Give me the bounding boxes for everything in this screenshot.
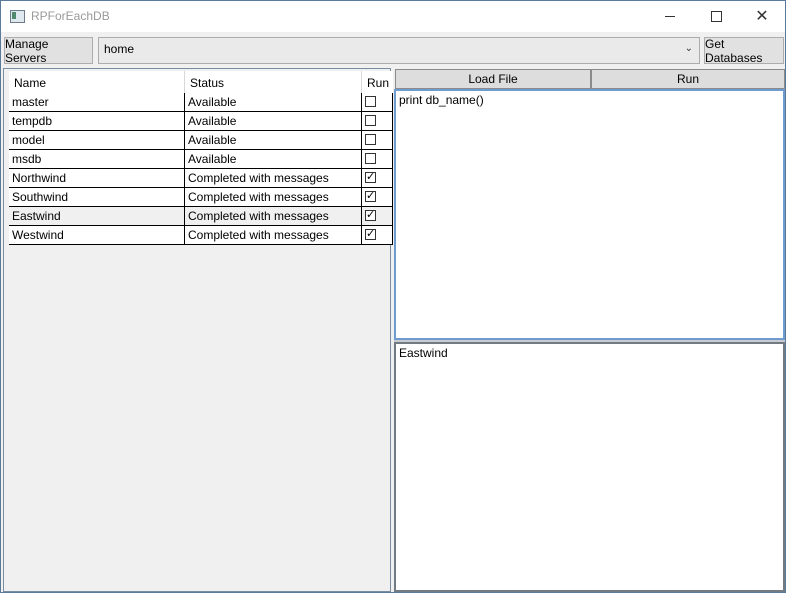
maximize-icon (710, 11, 722, 22)
run-checkbox[interactable]: ✓ (365, 229, 376, 240)
close-button[interactable]: ✕ (739, 1, 785, 32)
table-row[interactable]: tempdb Available (9, 112, 393, 131)
cell-name: Southwind (9, 188, 185, 207)
maximize-button[interactable] (693, 1, 739, 32)
table-row[interactable]: Westwind Completed with messages ✓ (9, 226, 393, 245)
run-checkbox[interactable] (365, 134, 376, 145)
cell-run (362, 131, 393, 150)
main-window: RPForEachDB ✕ Manage Servers home ⌄ Get … (0, 0, 786, 593)
cell-name: Northwind (9, 169, 185, 188)
cell-run (362, 150, 393, 169)
cell-status: Completed with messages (185, 207, 362, 226)
get-databases-button[interactable]: Get Databases (704, 37, 784, 65)
grid-rows: master Available tempdb Available model Avail… (9, 93, 393, 245)
minimize-button[interactable] (647, 1, 693, 32)
cell-status: Available (185, 131, 362, 150)
cell-status: Completed with messages (185, 188, 362, 207)
output-text: Eastwind (399, 346, 448, 360)
cell-status: Completed with messages (185, 169, 362, 188)
server-select[interactable]: home ⌄ (98, 37, 700, 64)
cell-name: model (9, 131, 185, 150)
table-row[interactable]: Southwind Completed with messages ✓ (9, 188, 393, 207)
cell-run (362, 93, 393, 112)
cell-status: Available (185, 112, 362, 131)
table-row[interactable]: Northwind Completed with messages ✓ (9, 169, 393, 188)
cell-run: ✓ (362, 188, 393, 207)
close-icon: ✕ (755, 7, 769, 25)
server-select-value: home (104, 42, 135, 56)
database-grid: Name Status Run master Available tempdb Ava… (9, 71, 393, 245)
run-checkbox[interactable]: ✓ (365, 191, 376, 202)
run-checkbox[interactable] (365, 153, 376, 164)
table-row[interactable]: Eastwind Completed with messages ✓ (9, 207, 393, 226)
cell-run: ✓ (362, 169, 393, 188)
database-panel: Name Status Run master Available tempdb Ava… (3, 68, 393, 592)
window-title: RPForEachDB (31, 9, 110, 23)
cell-name: Eastwind (9, 207, 185, 226)
run-checkbox[interactable] (365, 96, 376, 107)
chevron-down-icon: ⌄ (684, 43, 693, 54)
run-checkbox[interactable] (365, 115, 376, 126)
table-row[interactable]: msdb Available (9, 150, 393, 169)
cell-name: tempdb (9, 112, 185, 131)
cell-name: msdb (9, 150, 185, 169)
table-row[interactable]: model Available (9, 131, 393, 150)
grid-header: Name Status Run (9, 71, 393, 93)
column-header-status[interactable]: Status (185, 71, 362, 93)
minimize-icon (665, 16, 675, 17)
manage-servers-button[interactable]: Manage Servers (4, 37, 93, 65)
run-checkbox[interactable]: ✓ (365, 210, 376, 221)
cell-name: master (9, 93, 185, 112)
cell-run: ✓ (362, 207, 393, 226)
table-row[interactable]: master Available (9, 93, 393, 112)
column-header-run[interactable]: Run (362, 71, 393, 93)
app-icon (10, 10, 25, 23)
cell-status: Available (185, 93, 362, 112)
query-editor[interactable]: print db_name() (394, 89, 785, 340)
query-text: print db_name() (399, 93, 484, 107)
cell-status: Completed with messages (185, 226, 362, 245)
cell-run (362, 112, 393, 131)
cell-name: Westwind (9, 226, 185, 245)
column-header-name[interactable]: Name (9, 71, 185, 93)
cell-run: ✓ (362, 226, 393, 245)
output-pane[interactable]: Eastwind (394, 342, 785, 592)
run-checkbox[interactable]: ✓ (365, 172, 376, 183)
title-bar: RPForEachDB ✕ (1, 1, 785, 32)
run-button[interactable]: Run (591, 69, 785, 89)
cell-status: Available (185, 150, 362, 169)
load-file-button[interactable]: Load File (395, 69, 591, 89)
